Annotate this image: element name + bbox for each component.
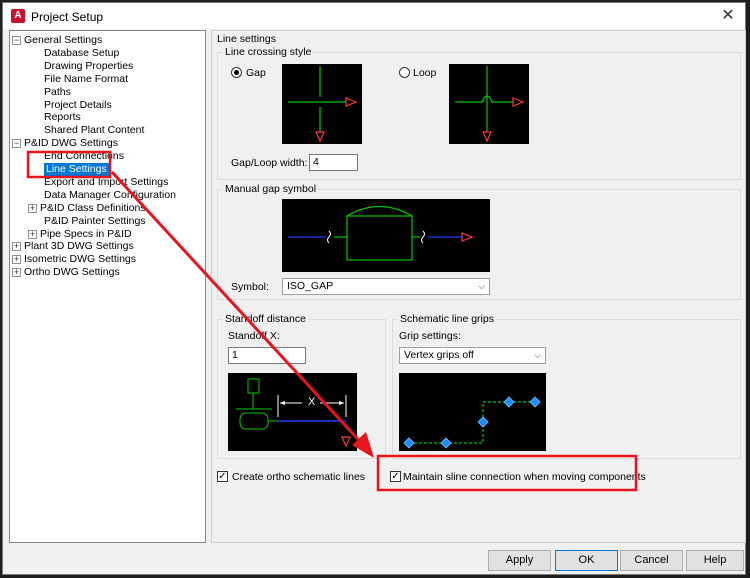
tree-item[interactable]: Paths: [44, 86, 71, 99]
gap-loop-width-input[interactable]: 4: [309, 154, 358, 171]
maintain-sline-checkbox[interactable]: ✓: [390, 471, 401, 482]
autocad-app-icon: A: [11, 9, 25, 23]
symbol-dropdown-value: ISO_GAP: [287, 280, 334, 292]
close-icon[interactable]: ✕: [717, 6, 739, 26]
grip-settings-dropdown[interactable]: Vertex grips off ⌵: [399, 347, 546, 364]
settings-panel: Line settings Line crossing style Gap Lo…: [211, 30, 746, 543]
standoff-title: Standoff distance: [223, 313, 308, 325]
symbol-dropdown[interactable]: ISO_GAP ⌵: [282, 278, 490, 295]
tree-item[interactable]: Ortho DWG Settings: [24, 266, 120, 279]
expand-icon[interactable]: +: [28, 203, 37, 213]
loop-preview-image: [449, 64, 529, 144]
tree-item[interactable]: General Settings: [24, 34, 102, 47]
panel-header: Line settings: [217, 33, 276, 45]
title-bar: A Project Setup ✕: [3, 3, 745, 29]
gap-preview-image: [282, 64, 362, 144]
loop-radio-label: Loop: [413, 67, 437, 79]
window-title: Project Setup: [31, 10, 104, 24]
collapse-icon[interactable]: −: [12, 139, 21, 149]
project-setup-dialog: A Project Setup ✕ − General Settings Datab…: [2, 2, 746, 575]
create-ortho-label: Create ortho schematic lines: [232, 471, 366, 483]
symbol-label: Symbol:: [231, 281, 269, 293]
tree-item[interactable]: Isometric DWG Settings: [24, 253, 136, 266]
tree-item[interactable]: Database Setup: [44, 47, 119, 60]
maintain-sline-label: Maintain sline connection when moving co…: [403, 471, 646, 483]
gap-radio[interactable]: [231, 67, 242, 78]
chevron-down-icon: ⌵: [478, 281, 485, 291]
tree-item[interactable]: P&ID DWG Settings: [24, 137, 118, 150]
manual-gap-preview-image: [282, 199, 490, 272]
tree-item[interactable]: Data Manager Configuration: [44, 189, 176, 202]
tree-item[interactable]: P&ID Painter Settings: [44, 215, 146, 228]
tree-item[interactable]: Plant 3D DWG Settings: [24, 240, 134, 253]
ok-button[interactable]: OK: [555, 550, 618, 571]
apply-button[interactable]: Apply: [488, 550, 551, 571]
chevron-down-icon: ⌵: [534, 350, 541, 360]
expand-icon[interactable]: +: [12, 242, 21, 252]
settings-tree: − General Settings Database Setup Drawing P…: [9, 30, 206, 543]
standoff-preview-image: X: [228, 373, 357, 451]
standoff-x-input[interactable]: 1: [228, 347, 306, 364]
gap-loop-width-label: Gap/Loop width:: [231, 157, 308, 169]
create-ortho-checkbox[interactable]: ✓: [217, 471, 228, 482]
expand-icon[interactable]: +: [12, 255, 21, 265]
tree-item[interactable]: Pipe Specs in P&ID: [40, 228, 132, 241]
tree-item[interactable]: P&ID Class Definitions: [40, 202, 146, 215]
grip-settings-value: Vertex grips off: [404, 349, 474, 361]
tree-item[interactable]: Drawing Properties: [44, 60, 133, 73]
tree-item[interactable]: End Connections: [44, 150, 124, 163]
line-crossing-title: Line crossing style: [223, 46, 314, 58]
collapse-icon[interactable]: −: [12, 36, 21, 45]
help-button[interactable]: Help: [686, 550, 744, 571]
tree-item[interactable]: Shared Plant Content: [44, 124, 144, 137]
expand-icon[interactable]: +: [28, 229, 37, 239]
cancel-button[interactable]: Cancel: [620, 550, 683, 571]
tree-item[interactable]: File Name Format: [44, 73, 128, 86]
grips-title: Schematic line grips: [398, 313, 496, 325]
manual-gap-title: Manual gap symbol: [223, 183, 319, 195]
tree-item[interactable]: Project Details: [44, 99, 112, 112]
gap-radio-label: Gap: [246, 67, 266, 79]
grip-settings-label: Grip settings:: [399, 330, 461, 342]
tree-item[interactable]: Reports: [44, 111, 81, 124]
expand-icon[interactable]: +: [12, 268, 21, 278]
tree-item[interactable]: Export and Import Settings: [44, 176, 168, 189]
grips-preview-image: [399, 373, 546, 451]
loop-radio[interactable]: [399, 67, 410, 78]
standoff-x-label: Standoff X:: [228, 330, 280, 342]
standoff-diagram-x: X: [308, 396, 316, 408]
tree-item[interactable]: Line Settings: [44, 163, 109, 176]
